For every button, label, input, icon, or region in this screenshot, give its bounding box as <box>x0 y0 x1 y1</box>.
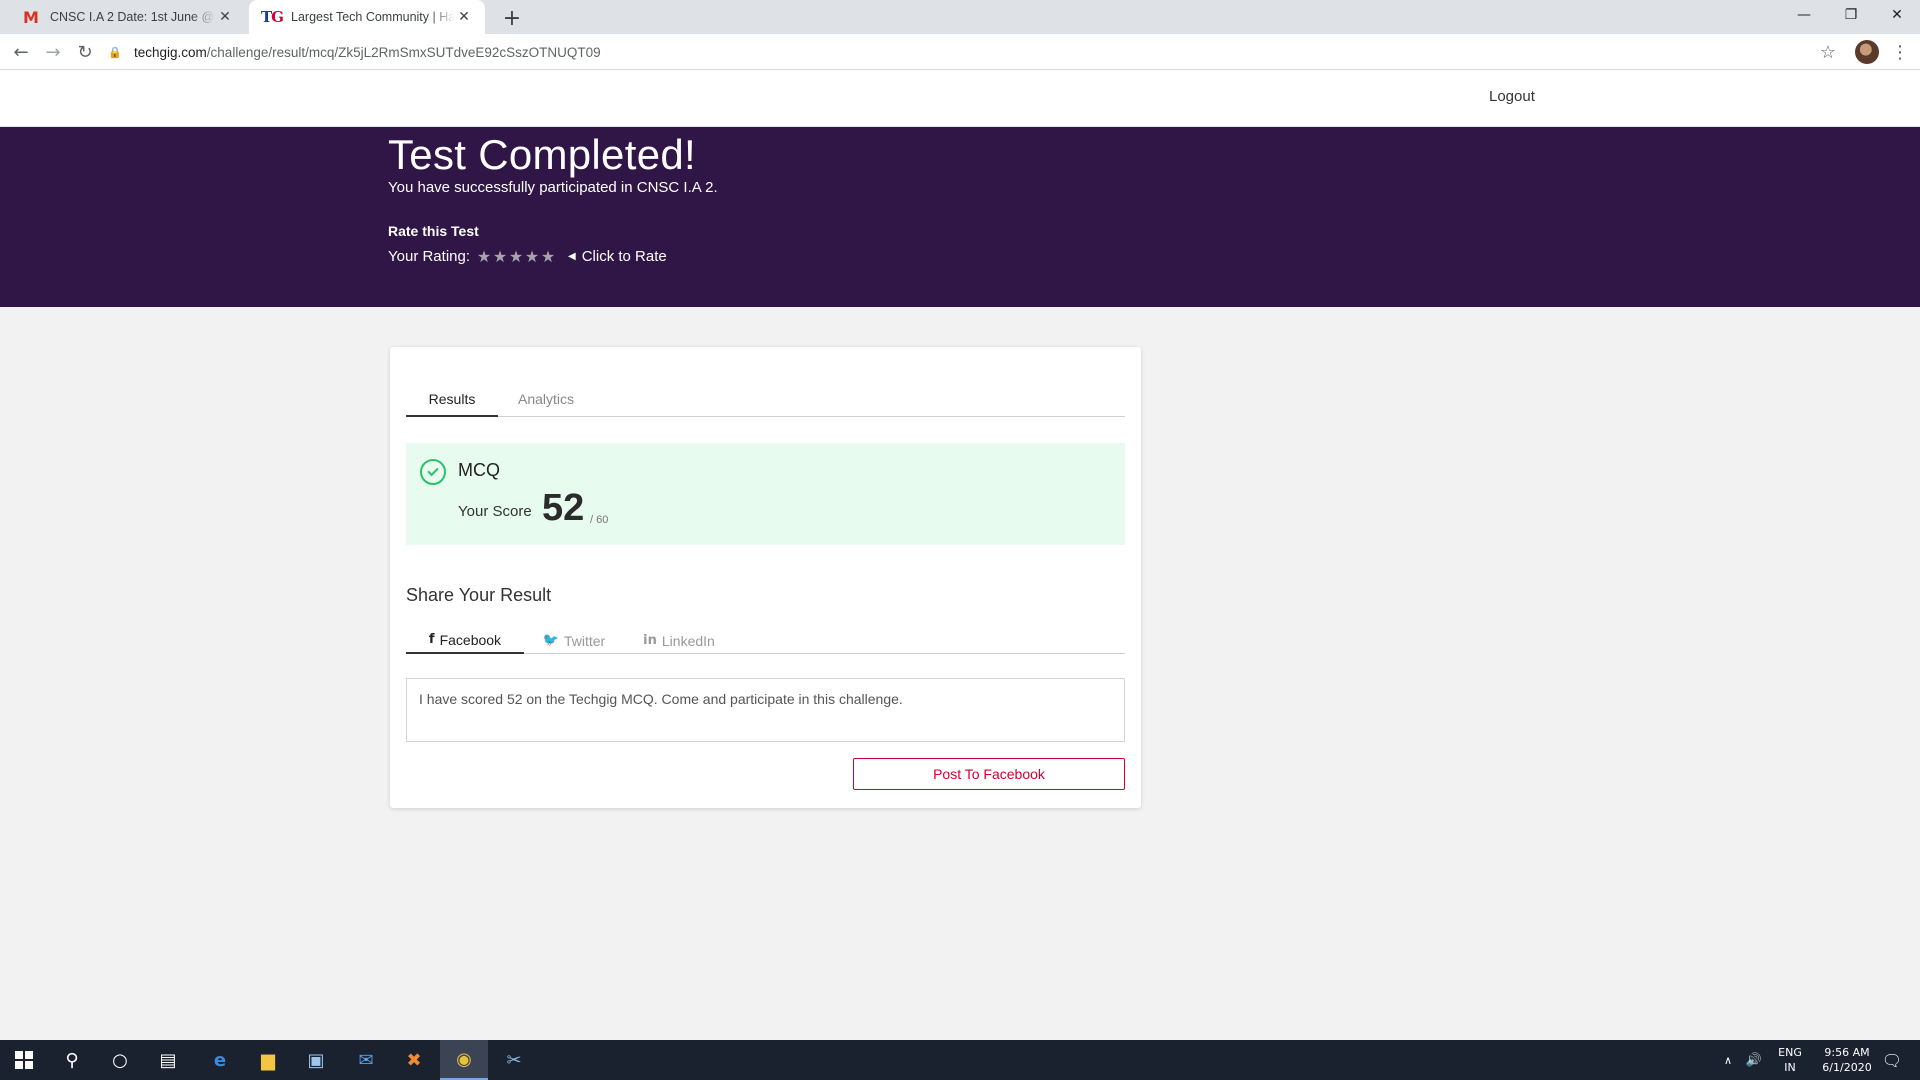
region-code: IN <box>1784 1061 1796 1074</box>
edge-icon[interactable]: e <box>196 1040 244 1080</box>
store-icon[interactable]: ▣ <box>292 1040 340 1080</box>
click-to-rate[interactable]: Click to Rate <box>582 248 667 265</box>
forward-icon[interactable]: → <box>39 38 67 66</box>
search-icon[interactable]: ⚲ <box>48 1040 96 1080</box>
share-heading: Share Your Result <box>406 585 552 605</box>
share-tabs: f Facebook 🐦 Twitter in LinkedIn <box>406 627 1125 654</box>
share-message-textarea[interactable]: I have scored 52 on the Techgig MCQ. Com… <box>406 678 1125 742</box>
facebook-icon: f <box>428 632 435 647</box>
new-tab-button[interactable]: + <box>498 4 526 32</box>
test-completed-banner: Test Completed! You have successfully pa… <box>0 127 1920 307</box>
logout-link[interactable]: Logout <box>1489 88 1535 105</box>
score-panel: MCQ Your Score 52 / 60 <box>406 443 1125 545</box>
clock-date: 6/1/2020 <box>1822 1061 1872 1074</box>
close-icon[interactable]: ✕ <box>455 9 473 25</box>
windows-taskbar: ⚲ ○ ▤ e ▆ ▣ ✉ ✖ ◉ ✂ ∧ 🔊 ENG IN 9:56 AM 6… <box>0 1040 1920 1080</box>
address-bar[interactable]: 🔒 techgig.com/challenge/result/mcq/Zk5jL… <box>108 37 1838 67</box>
close-window-button[interactable]: ✕ <box>1874 0 1920 30</box>
xampp-icon[interactable]: ✖ <box>390 1040 438 1080</box>
browser-toolbar: ← → ↻ 🔒 techgig.com/challenge/result/mcq… <box>0 34 1920 70</box>
twitter-icon: 🐦 <box>542 633 559 648</box>
volume-icon[interactable]: 🔊 <box>1742 1040 1766 1080</box>
tray-chevron-icon[interactable]: ∧ <box>1718 1040 1738 1080</box>
score-label: Your Score <box>458 503 532 520</box>
result-card: Results Analytics MCQ Your Score 52 / 60… <box>390 347 1141 808</box>
caret-left-icon: ◀ <box>568 251 576 262</box>
result-tabs: Results Analytics <box>406 391 1125 417</box>
tab-linkedin-label: LinkedIn <box>661 632 715 649</box>
url-host: techgig.com <box>134 44 207 60</box>
tab-linkedin[interactable]: in LinkedIn <box>624 627 734 654</box>
cortana-icon[interactable]: ○ <box>96 1040 144 1080</box>
techgig-icon: TG <box>261 8 284 26</box>
star-icon[interactable]: ★ <box>524 247 540 266</box>
windows-icon <box>15 1051 33 1069</box>
file-explorer-icon[interactable]: ▆ <box>244 1040 292 1080</box>
language-indicator[interactable]: ENG IN <box>1770 1040 1810 1080</box>
browser-menu-icon[interactable]: ⋮ <box>1888 38 1912 66</box>
clock-time: 9:56 AM <box>1824 1046 1870 1059</box>
back-icon[interactable]: ← <box>7 38 35 66</box>
task-view-icon[interactable]: ▤ <box>144 1040 192 1080</box>
browser-tab-gmail[interactable]: M CNSC I.A 2 Date: 1st June @ 9.25 ✕ <box>8 0 246 34</box>
tab-facebook[interactable]: f Facebook <box>406 627 524 654</box>
tab-title: CNSC I.A 2 Date: 1st June @ 9.25 <box>50 10 216 24</box>
rating-label: Your Rating: <box>388 248 471 265</box>
notifications-icon[interactable]: 🗨 <box>1872 1040 1912 1080</box>
bookmark-star-icon[interactable]: ☆ <box>1814 38 1842 66</box>
tab-twitter[interactable]: 🐦 Twitter <box>524 627 624 654</box>
tab-analytics[interactable]: Analytics <box>498 391 594 417</box>
gmail-icon: M <box>23 7 39 27</box>
post-to-facebook-button[interactable]: Post To Facebook <box>853 758 1125 790</box>
score-total: / 60 <box>590 514 609 526</box>
section-label: MCQ <box>458 460 500 480</box>
tab-facebook-label: Facebook <box>439 631 502 648</box>
browser-tab-techgig[interactable]: TG Largest Tech Community | Hackathons ✕ <box>249 0 485 34</box>
check-circle-icon <box>420 459 446 485</box>
rating-row: Your Rating: ★ ★ ★ ★ ★ ◀ Click to Rate <box>388 247 667 266</box>
tab-results[interactable]: Results <box>406 391 498 417</box>
star-icon[interactable]: ★ <box>492 247 508 266</box>
star-icon[interactable]: ★ <box>540 247 556 266</box>
tab-twitter-label: Twitter <box>563 632 606 649</box>
minimize-button[interactable]: — <box>1781 0 1827 30</box>
profile-avatar[interactable] <box>1855 40 1879 64</box>
page-title: Test Completed! <box>388 131 696 178</box>
linkedin-icon: in <box>643 633 657 648</box>
restore-button[interactable]: ❐ <box>1828 0 1874 30</box>
mail-icon[interactable]: ✉ <box>342 1040 390 1080</box>
chrome-icon[interactable]: ◉ <box>440 1040 488 1080</box>
language-code: ENG <box>1778 1046 1802 1059</box>
lock-icon: 🔒 <box>108 45 122 59</box>
site-header: Logout <box>0 70 1920 127</box>
rate-heading: Rate this Test <box>388 223 479 239</box>
url-path: /challenge/result/mcq/Zk5jL2RmSmxSUTdveE… <box>206 44 601 60</box>
participation-message: You have successfully participated in CN… <box>388 179 718 196</box>
rating-stars[interactable]: ★ ★ ★ ★ ★ <box>476 247 556 266</box>
snipping-tool-icon[interactable]: ✂ <box>490 1040 538 1080</box>
tab-title: Largest Tech Community | Hackathons <box>291 10 455 24</box>
star-icon[interactable]: ★ <box>476 247 492 266</box>
score-value: 52 <box>542 487 585 529</box>
browser-tabbar: M CNSC I.A 2 Date: 1st June @ 9.25 ✕ TG … <box>0 0 1920 34</box>
reload-icon[interactable]: ↻ <box>71 38 99 66</box>
start-button[interactable] <box>0 1040 48 1080</box>
close-icon[interactable]: ✕ <box>216 9 234 25</box>
star-icon[interactable]: ★ <box>508 247 524 266</box>
